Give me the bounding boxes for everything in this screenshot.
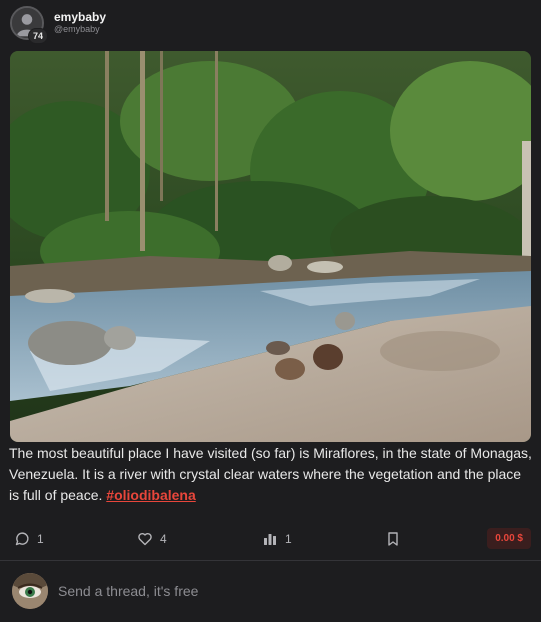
thread-input[interactable] (58, 579, 518, 603)
votes-button[interactable]: 1 (262, 528, 292, 550)
bookmark-button[interactable] (385, 528, 408, 550)
comments-button[interactable]: 1 (14, 528, 44, 550)
like-button[interactable]: 4 (137, 528, 167, 550)
river-photo (10, 51, 531, 442)
thread-composer (0, 561, 541, 622)
post-image[interactable] (10, 51, 531, 442)
payout-badge[interactable]: 0.00 $ (487, 528, 531, 549)
like-count: 4 (160, 532, 167, 546)
comment-count: 1 (37, 532, 44, 546)
bookmark-icon (388, 532, 398, 546)
reputation-badge: 74 (28, 28, 48, 44)
thread-post: 74 emybaby @emybaby The most beautiful p… (0, 0, 541, 560)
heart-icon (138, 532, 152, 546)
post-body-text: The most beautiful place I have visited … (9, 445, 532, 503)
hashtag-link[interactable]: #oliodibalena (106, 487, 195, 503)
post-text: The most beautiful place I have visited … (9, 443, 533, 506)
action-bar: 1 4 1 0.00 $ (0, 524, 541, 554)
post-header: 74 emybaby @emybaby (10, 6, 410, 44)
user-avatar-image (12, 573, 48, 609)
author-handle[interactable]: @emybaby (54, 24, 100, 34)
poll-icon (264, 534, 276, 545)
author-name[interactable]: emybaby (54, 10, 106, 24)
comment-icon (15, 532, 29, 546)
vote-count: 1 (285, 532, 292, 546)
user-avatar[interactable] (12, 573, 48, 609)
